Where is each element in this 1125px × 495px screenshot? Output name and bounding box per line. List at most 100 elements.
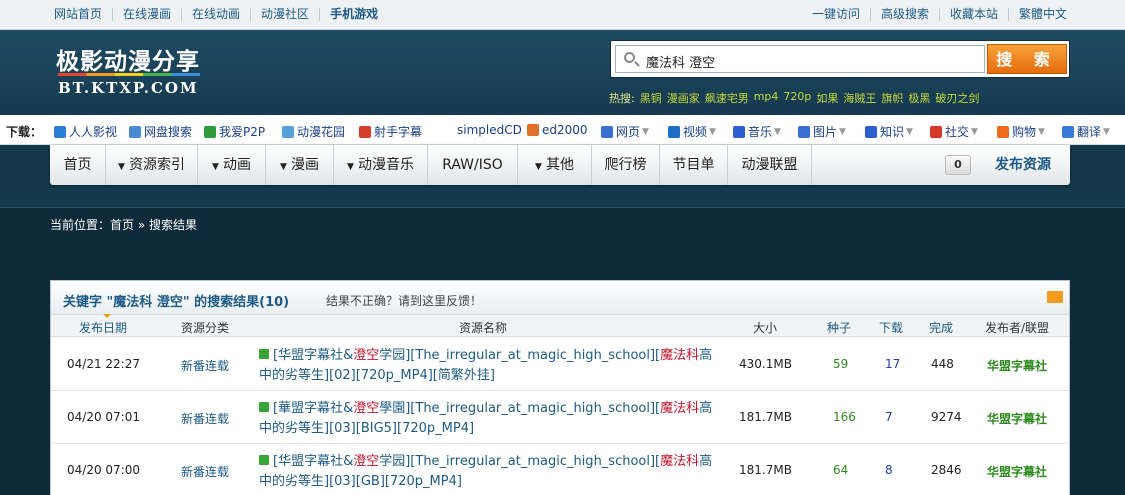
row-seeds: 166 xyxy=(833,410,856,424)
download-link[interactable]: 视频 ▼ xyxy=(668,123,716,140)
nav-item[interactable]: 节目单 xyxy=(660,145,728,185)
nav-item[interactable]: ▼ 漫画 xyxy=(266,145,334,185)
hot-term[interactable]: 720p xyxy=(783,90,811,106)
download-link[interactable]: 射手字幕 xyxy=(359,123,422,140)
row-publisher[interactable]: 华盟字幕社 xyxy=(987,463,1047,480)
download-link[interactable]: 网盘搜索 xyxy=(129,123,192,140)
nav-item-label: 首页 xyxy=(63,157,92,173)
row-category[interactable]: 新番连载 xyxy=(181,463,229,480)
nav-item[interactable]: 动漫联盟 xyxy=(728,145,812,185)
rss-icon[interactable] xyxy=(1047,291,1063,303)
download-links-bar: 下载： 人人影视 网盘搜索 我爱P2P 动漫花园 射手字幕 simpledCD ed2000… xyxy=(0,115,1125,145)
search-button[interactable]: 搜 索 xyxy=(987,44,1067,74)
row-resource-name[interactable]: [華盟字幕社&澄空學園][The_irregular_at_magic_high… xyxy=(259,399,719,439)
top-link-advanced-search[interactable]: 高级搜索 xyxy=(870,8,939,21)
breadcrumb: 当前位置：首页 » 搜索结果 xyxy=(50,218,197,232)
download-icon[interactable] xyxy=(259,455,269,465)
download-link[interactable]: 社交 ▼ xyxy=(930,123,978,140)
hot-term[interactable]: 极黑 xyxy=(908,90,930,106)
download-link-label: 视频 xyxy=(683,125,708,139)
download-link-label: simpledCD xyxy=(457,123,522,137)
download-link[interactable]: 我爱P2P xyxy=(204,123,265,140)
row-publisher[interactable]: 华盟字幕社 xyxy=(987,410,1047,427)
site-logo-title[interactable]: 极影动漫分享 xyxy=(56,42,200,76)
hot-term[interactable]: 破刃之剑 xyxy=(935,90,979,106)
notification-counter[interactable]: 0 xyxy=(945,155,971,175)
row-category[interactable]: 新番连载 xyxy=(181,410,229,427)
top-link-quick-access[interactable]: 一键访问 xyxy=(812,8,870,21)
top-link-bar: 网站首页 在线漫画 在线动画 动漫社区 手机游戏 一键访问 高级搜索 收藏本站 … xyxy=(0,0,1125,30)
download-link[interactable]: ed2000 xyxy=(527,123,588,137)
hot-term[interactable]: 海贼王 xyxy=(843,90,876,106)
site-logo-domain[interactable]: BT.KTXP.COM xyxy=(58,79,199,97)
nav-item-label: 漫画 xyxy=(290,157,319,173)
top-link-bookmark[interactable]: 收藏本站 xyxy=(939,8,1008,21)
column-category: 资源分类 xyxy=(181,321,230,335)
download-link[interactable]: 动漫花园 xyxy=(282,123,345,140)
top-link-home[interactable]: 网站首页 xyxy=(54,8,112,21)
chevron-down-icon[interactable]: ▼ xyxy=(839,127,846,137)
nav-item[interactable]: RAW/ISO xyxy=(428,145,518,185)
row-resource-name[interactable]: [华盟字幕社&澄空学园][The_irregular_at_magic_high… xyxy=(259,346,719,386)
download-link[interactable]: 翻译 ▼ xyxy=(1062,123,1110,140)
column-downloads[interactable]: 下载 xyxy=(879,319,903,336)
hot-term[interactable]: 黑铜 xyxy=(640,90,662,106)
cloud-search-icon xyxy=(129,125,141,138)
ed2000-icon xyxy=(527,124,539,136)
top-link-mobile-games[interactable]: 手机游戏 xyxy=(319,8,388,21)
top-link-online-anime[interactable]: 在线动画 xyxy=(181,8,250,21)
download-link[interactable]: 网页 ▼ xyxy=(601,123,649,140)
nav-item[interactable]: ▼ 资源索引 xyxy=(106,145,198,185)
hot-term[interactable]: 飙速宅男 xyxy=(705,90,749,106)
download-link[interactable]: 人人影视 xyxy=(54,123,117,140)
nav-item[interactable]: ▼ 其他 xyxy=(518,145,592,185)
chevron-down-icon[interactable]: ▼ xyxy=(642,127,649,137)
top-link-online-comics[interactable]: 在线漫画 xyxy=(112,8,181,21)
nav-item[interactable]: 爬行榜 xyxy=(592,145,660,185)
top-link-traditional-chinese[interactable]: 繁體中文 xyxy=(1008,8,1077,21)
column-seeds[interactable]: 种子 xyxy=(827,319,851,336)
hot-term[interactable]: 漫画家 xyxy=(667,90,700,106)
row-size: 181.7MB xyxy=(739,410,792,424)
column-name: 资源名称 xyxy=(459,321,508,335)
row-publisher[interactable]: 华盟字幕社 xyxy=(987,357,1047,374)
row-resource-name[interactable]: [华盟字幕社&澄空学园][The_irregular_at_magic_high… xyxy=(259,452,719,492)
row-category[interactable]: 新番连载 xyxy=(181,357,229,374)
hot-term[interactable]: 如果 xyxy=(816,90,838,106)
nav-item-label: 动漫联盟 xyxy=(741,157,798,173)
hot-term[interactable]: 旗帜 xyxy=(881,90,903,106)
chevron-down-icon[interactable]: ▼ xyxy=(774,127,781,137)
chevron-down-icon[interactable]: ▼ xyxy=(1103,127,1110,137)
resource-name-text: [华盟字幕社& xyxy=(273,348,354,363)
highlighted-keyword: 魔法科 xyxy=(660,348,700,363)
publish-resource-link[interactable]: 发布资源 xyxy=(995,145,1051,185)
nav-item-label: 爬行榜 xyxy=(604,157,647,173)
row-size: 430.1MB xyxy=(739,357,792,371)
logo-color-stripe xyxy=(58,73,200,76)
search-icon xyxy=(624,52,635,63)
column-finished[interactable]: 完成 xyxy=(929,319,953,336)
weibo-icon xyxy=(930,125,942,138)
search-input[interactable]: 魔法科 澄空 xyxy=(615,45,985,73)
chevron-down-icon[interactable]: ▼ xyxy=(709,127,716,137)
download-link[interactable]: 购物 ▼ xyxy=(997,123,1045,140)
nav-item[interactable]: ▼ 动画 xyxy=(198,145,266,185)
nav-item[interactable]: ▼ 动漫音乐 xyxy=(334,145,428,185)
column-size[interactable]: 大小 xyxy=(753,319,777,336)
download-link[interactable]: 音乐 ▼ xyxy=(733,123,781,140)
download-icon[interactable] xyxy=(259,349,269,359)
nav-item[interactable]: 首页 xyxy=(50,145,106,185)
top-link-community[interactable]: 动漫社区 xyxy=(250,8,319,21)
chevron-down-icon[interactable]: ▼ xyxy=(1038,127,1045,137)
download-icon[interactable] xyxy=(259,402,269,412)
feedback-link[interactable]: 结果不正确？请到这里反馈！ xyxy=(326,292,482,309)
download-link[interactable]: 知识 ▼ xyxy=(865,123,913,140)
hot-term[interactable]: mp4 xyxy=(754,90,779,106)
chevron-down-icon[interactable]: ▼ xyxy=(971,127,978,137)
download-link[interactable]: 图片 ▼ xyxy=(798,123,846,140)
chevron-down-icon[interactable]: ▼ xyxy=(906,127,913,137)
dropdown-arrow-icon: ▼ xyxy=(212,162,219,172)
download-link-label: 人人影视 xyxy=(69,125,118,139)
download-link[interactable]: simpledCD xyxy=(457,123,522,137)
column-date[interactable]: 发布日期 xyxy=(79,314,127,336)
